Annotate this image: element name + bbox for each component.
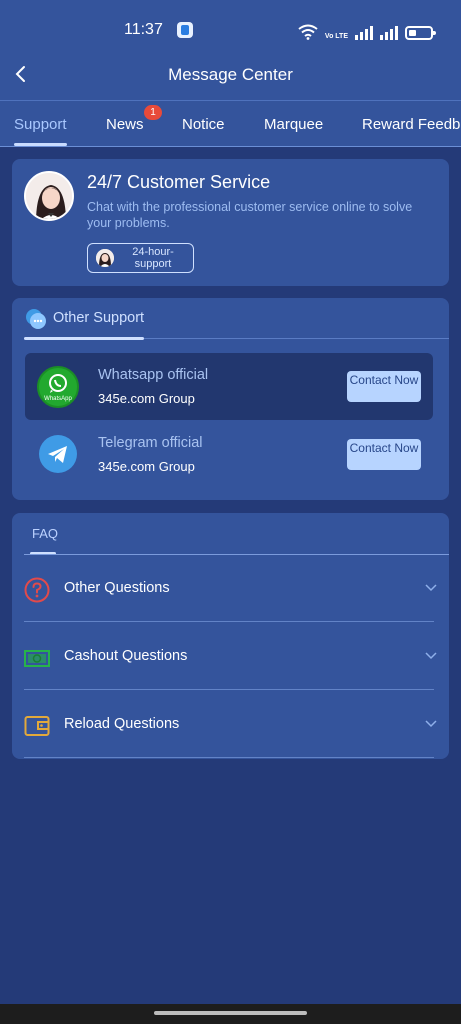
- telegram-name: Telegram official: [98, 435, 203, 451]
- cash-icon: [24, 645, 50, 671]
- telegram-contact-button[interactable]: Contact Now: [347, 439, 421, 470]
- other-support-title: Other Support: [53, 310, 145, 326]
- wallet-icon: [24, 713, 50, 739]
- customer-service-title: 24/7 Customer Service: [87, 172, 271, 192]
- chevron-down-icon: [424, 649, 438, 663]
- telegram-support-row[interactable]: Telegram official 345e.com Group Contact…: [25, 421, 433, 488]
- faq-item-other-questions[interactable]: Other Questions: [24, 555, 437, 622]
- faq-item-label: Reload Questions: [64, 716, 180, 732]
- faq-card: FAQ Other Questions Cashout Questions Re…: [12, 513, 449, 759]
- tab-bar: Support News 1 Notice Marquee Reward Fee…: [0, 100, 461, 147]
- tab-news[interactable]: News: [106, 116, 144, 133]
- network-label: Vo LTE: [324, 33, 348, 40]
- whatsapp-icon: WhatsApp: [37, 366, 79, 408]
- customer-service-description: Chat with the professional customer serv…: [87, 200, 413, 230]
- 24-hour-support-label: 24-hour-support: [132, 246, 174, 270]
- page-title: Message Center: [168, 65, 293, 84]
- faq-item-label: Other Questions: [64, 580, 170, 596]
- news-badge: 1: [144, 105, 162, 120]
- app-notification-icon: [177, 22, 193, 38]
- customer-service-card[interactable]: 24/7 Customer Service Chat with the prof…: [12, 159, 449, 286]
- tab-faq[interactable]: FAQ: [32, 526, 58, 541]
- tab-support[interactable]: Support: [14, 116, 67, 133]
- home-indicator[interactable]: [154, 1011, 307, 1015]
- other-support-underline: [24, 337, 144, 340]
- chevron-down-icon: [424, 581, 438, 595]
- svg-text:WhatsApp: WhatsApp: [44, 396, 72, 402]
- status-time: 11:37: [124, 21, 163, 38]
- app-header: Message Center: [0, 56, 461, 100]
- whatsapp-contact-button[interactable]: Contact Now: [347, 371, 421, 402]
- status-bar: 11:37 Vo LTE: [0, 0, 461, 56]
- status-icons: Vo LTE: [298, 20, 436, 40]
- tab-notice[interactable]: Notice: [182, 116, 225, 133]
- telegram-group: 345e.com Group: [98, 459, 195, 474]
- agent-avatar: [24, 171, 74, 221]
- faq-item-label: Cashout Questions: [64, 648, 188, 664]
- active-tab-indicator: [14, 143, 67, 146]
- telegram-icon: [39, 435, 77, 473]
- faq-item-cashout-questions[interactable]: Cashout Questions: [24, 623, 437, 690]
- faq-item-reload-questions[interactable]: Reload Questions: [24, 691, 437, 758]
- 24-hour-support-chip[interactable]: 24-hour-support: [87, 243, 194, 273]
- question-icon: [24, 577, 50, 603]
- chevron-down-icon: [424, 717, 438, 731]
- signal-icon-2: [380, 26, 398, 40]
- wifi-icon: [298, 24, 318, 40]
- tab-reward-feedback[interactable]: Reward Feedb: [362, 116, 460, 133]
- signal-icon: [355, 26, 373, 40]
- whatsapp-group: 345e.com Group: [98, 391, 195, 406]
- whatsapp-name: Whatsapp official: [98, 367, 209, 383]
- other-support-card: Other Support WhatsApp Whatsapp official…: [12, 298, 449, 500]
- whatsapp-support-row[interactable]: WhatsApp Whatsapp official 345e.com Grou…: [25, 353, 433, 420]
- tab-marquee[interactable]: Marquee: [264, 116, 323, 133]
- chat-bubble-icon: [25, 308, 47, 330]
- battery-icon: [405, 26, 436, 40]
- chip-avatar: [96, 249, 114, 267]
